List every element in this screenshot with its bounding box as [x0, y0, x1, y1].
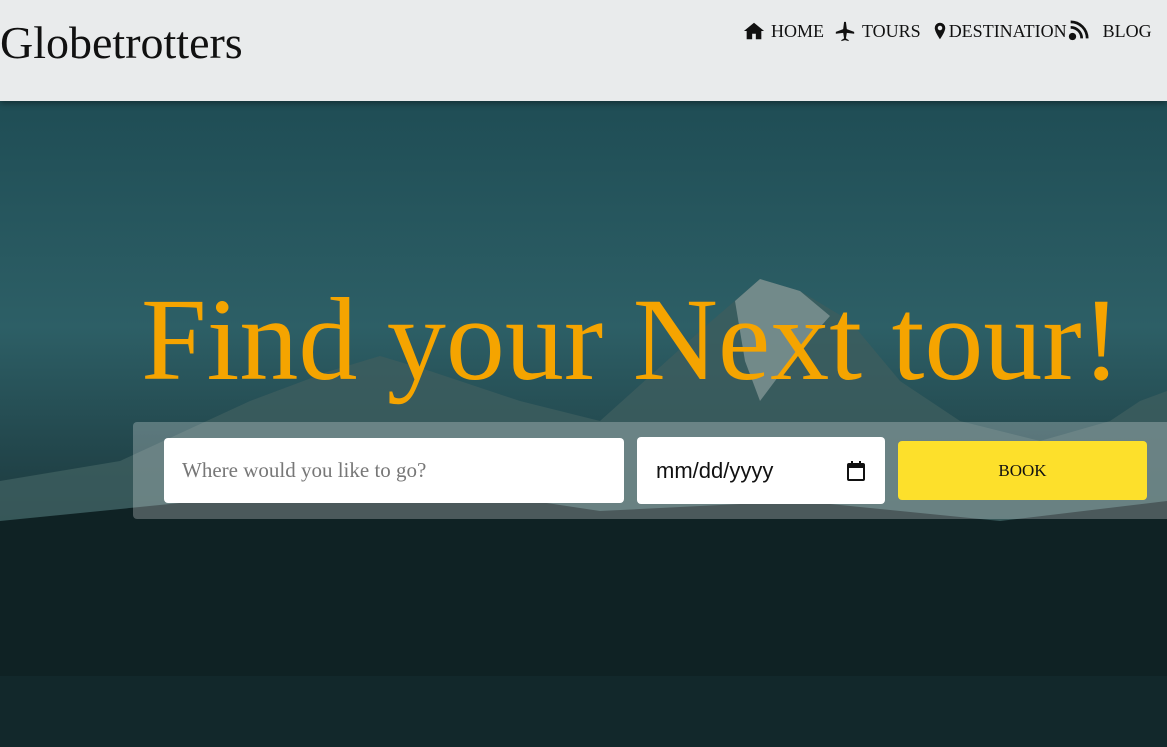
calendar-icon[interactable] — [847, 460, 865, 481]
nav-home[interactable]: HOME — [743, 20, 824, 42]
home-icon — [743, 22, 765, 40]
header: Globetrotters HOME TOURS DESTINATION BLO… — [0, 0, 1167, 101]
nav-blog[interactable]: BLOG — [1067, 20, 1152, 42]
nav-tours[interactable]: TOURS — [834, 20, 921, 42]
search-bar: mm/dd/yyyy BOOK — [133, 422, 1167, 519]
book-button[interactable]: BOOK — [898, 441, 1147, 500]
date-placeholder: mm/dd/yyyy — [656, 457, 774, 483]
nav-tours-label: TOURS — [862, 20, 921, 41]
nav-blog-label: BLOG — [1102, 20, 1152, 41]
nav-destination-label: DESTINATION — [948, 20, 1067, 41]
hero-title: Find your Next tour! — [141, 274, 1121, 405]
plane-icon — [835, 21, 855, 42]
map-marker-icon — [934, 22, 945, 40]
date-input[interactable]: mm/dd/yyyy — [637, 437, 885, 504]
destination-input[interactable] — [164, 438, 624, 503]
nav: HOME TOURS DESTINATION BLOG — [743, 20, 1162, 42]
nav-destination[interactable]: DESTINATION — [931, 20, 1067, 42]
rss-icon — [1068, 20, 1089, 41]
logo[interactable]: Globetrotters — [0, 16, 243, 69]
hero-section: Find your Next tour! mm/dd/yyyy BOOK — [0, 101, 1167, 747]
nav-home-label: HOME — [771, 20, 824, 41]
